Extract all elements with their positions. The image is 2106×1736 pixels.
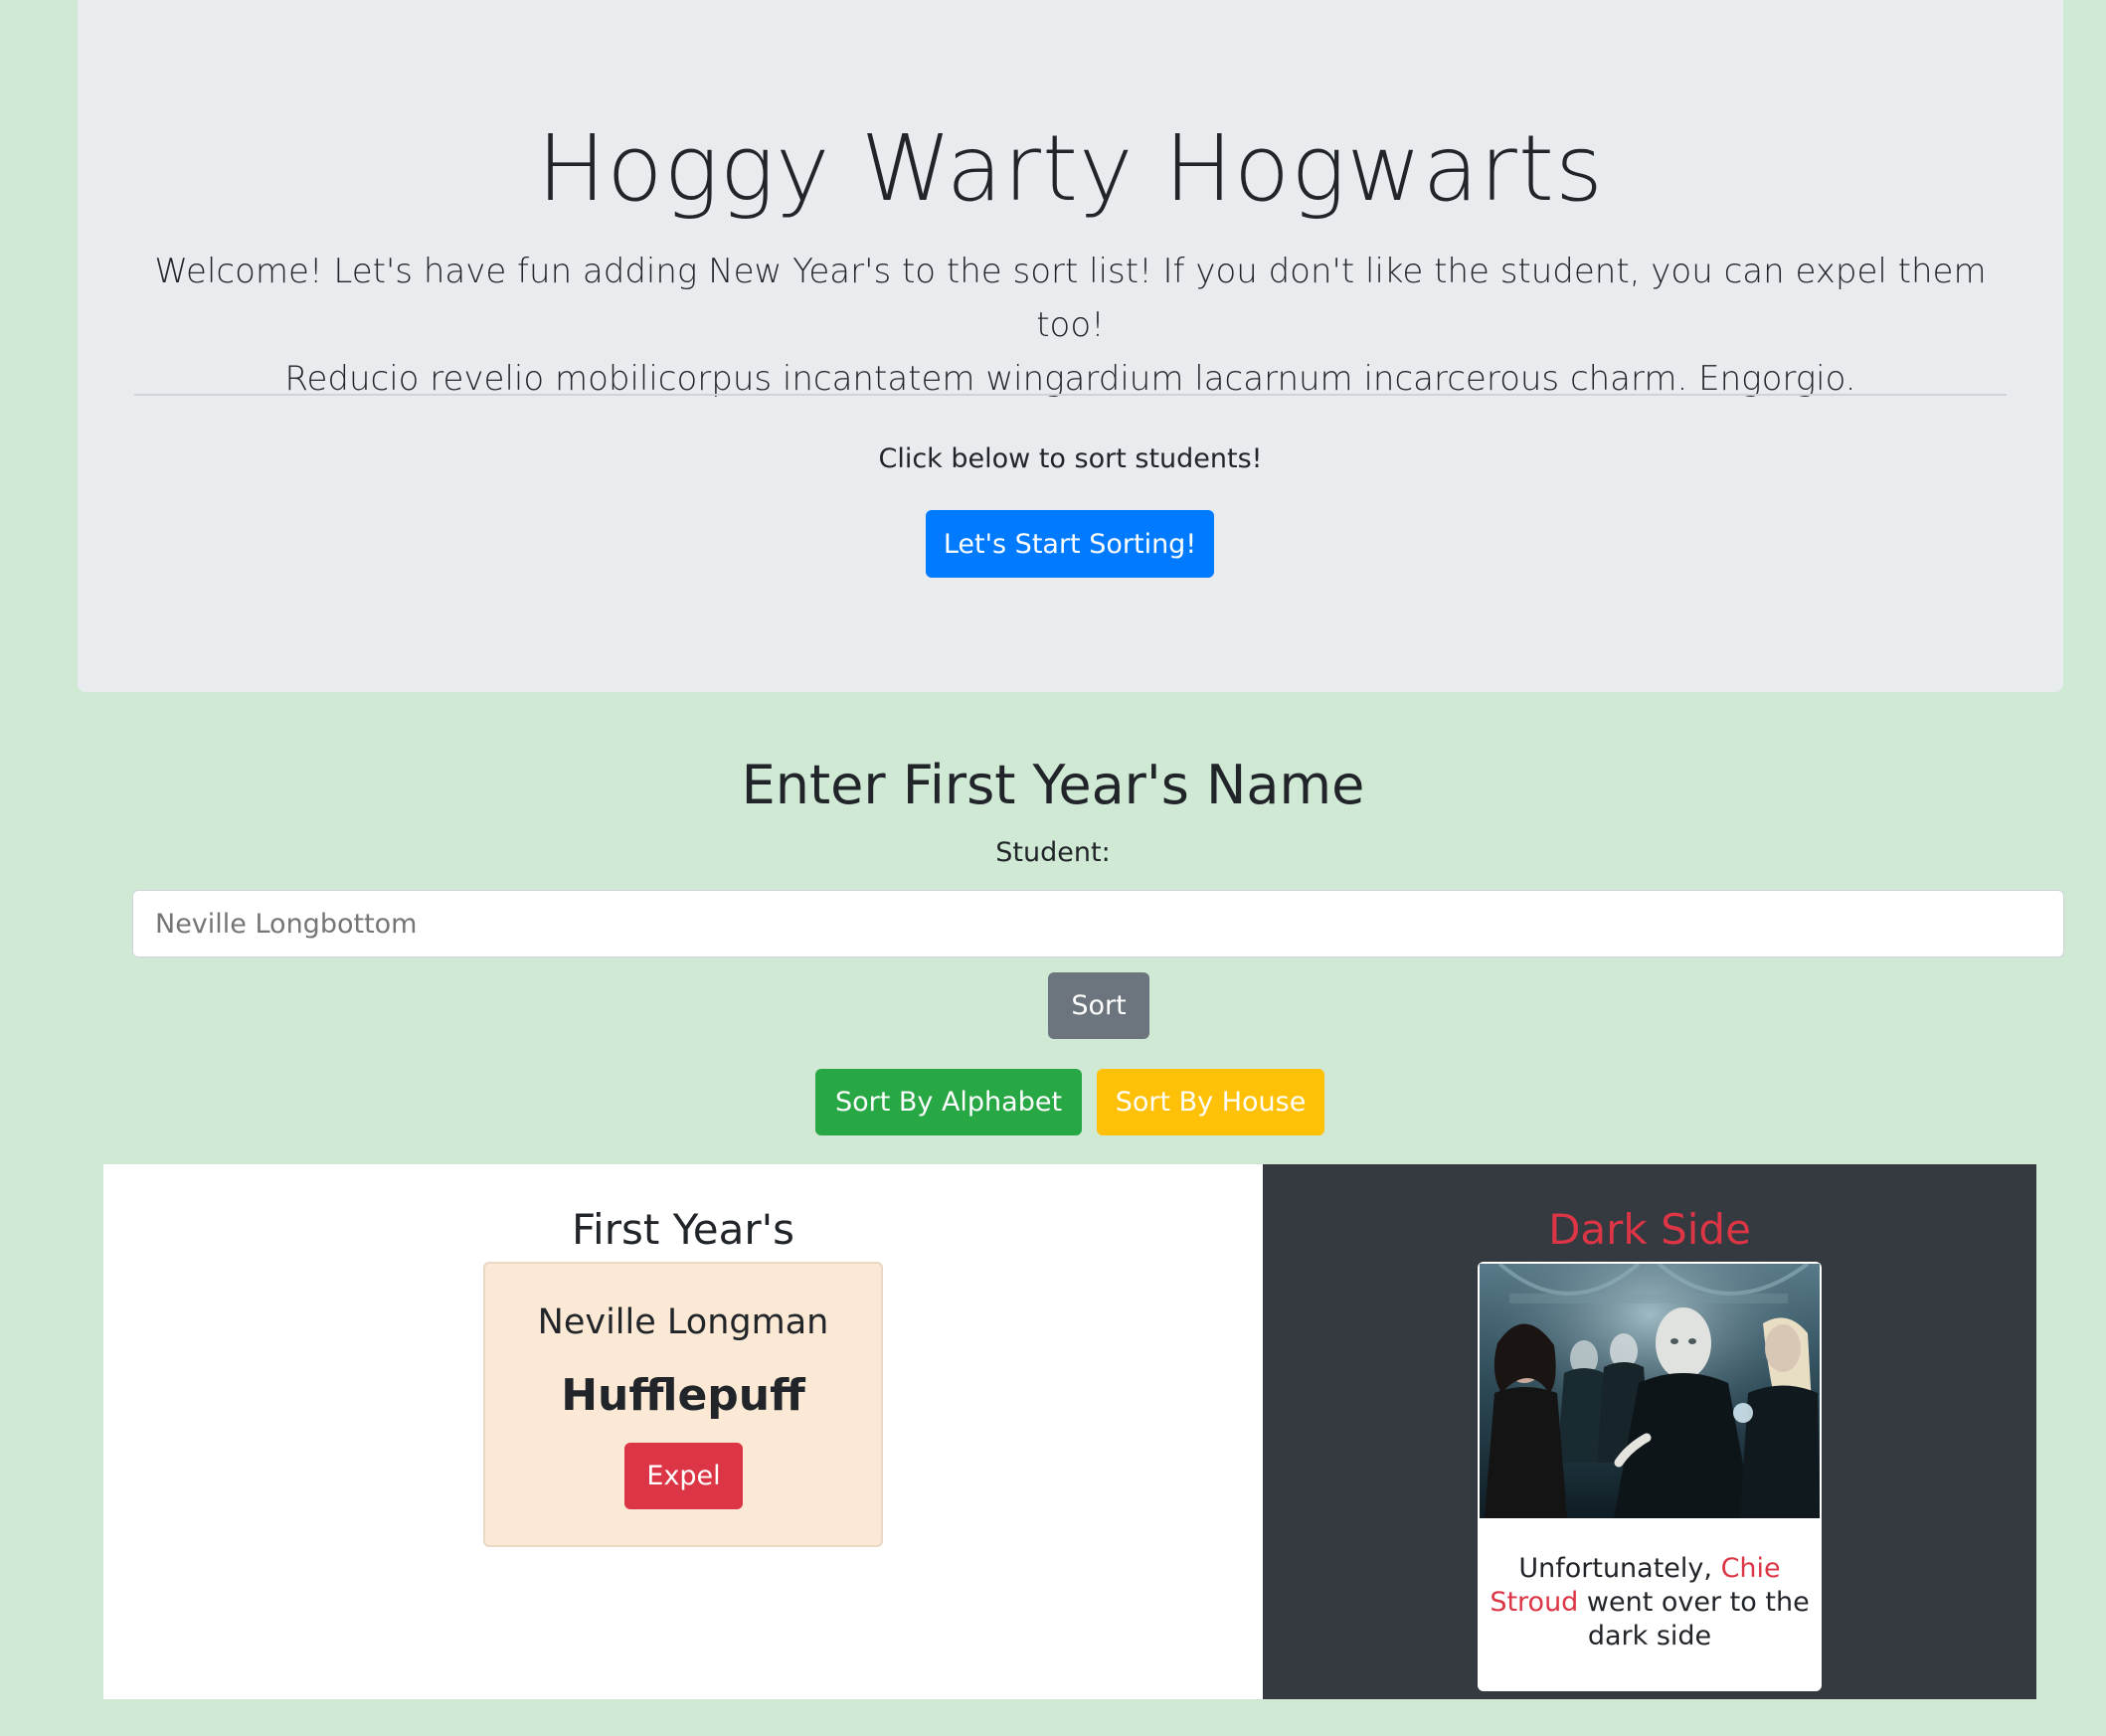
death-eaters-illustration <box>1480 1264 1820 1518</box>
start-sorting-button[interactable]: Let's Start Sorting! <box>926 510 1214 578</box>
form-heading: Enter First Year's Name <box>741 754 1365 816</box>
expel-button[interactable]: Expel <box>624 1443 743 1509</box>
death-eaters-photo <box>1480 1264 1820 1518</box>
student-house: Hufflepuff <box>561 1370 805 1421</box>
dark-side-panel: Dark Side Unfortunately, Chie Stroud wen… <box>1263 1164 2036 1699</box>
first-years-heading: First Year's <box>571 1205 795 1254</box>
dark-side-text-before: Unfortunately, <box>1518 1553 1721 1584</box>
welcome-text: Welcome! Let's have fun adding New Year'… <box>137 245 2004 406</box>
dark-side-heading: Dark Side <box>1548 1205 1751 1254</box>
student-card: Neville Longman Hufflepuff Expel <box>483 1262 883 1547</box>
page-title: Hoggy Warty Hogwarts <box>537 115 1604 222</box>
dark-side-message: Unfortunately, Chie Stroud went over to … <box>1488 1552 1812 1653</box>
sort-by-alphabet-button[interactable]: Sort By Alphabet <box>815 1069 1082 1135</box>
dark-side-text-after: went over to the dark side <box>1578 1587 1810 1651</box>
dark-side-card: Unfortunately, Chie Stroud went over to … <box>1478 1262 1822 1691</box>
welcome-line-1: Welcome! Let's have fun adding New Year'… <box>154 252 1987 345</box>
first-years-panel: First Year's Neville Longman Hufflepuff … <box>103 1164 1263 1699</box>
student-name: Neville Longman <box>537 1302 829 1342</box>
sort-button[interactable]: Sort <box>1048 972 1149 1039</box>
student-name-input[interactable] <box>132 890 2064 957</box>
divider <box>134 394 2007 396</box>
sort-prompt: Click below to sort students! <box>878 443 1263 474</box>
jumbotron: Hoggy Warty Hogwarts Welcome! Let's have… <box>78 0 2063 692</box>
sort-by-house-button[interactable]: Sort By House <box>1097 1069 1324 1135</box>
student-label: Student: <box>995 837 1111 868</box>
welcome-line-2: Reducio revelio mobilicorpus incantatem … <box>284 359 1856 399</box>
